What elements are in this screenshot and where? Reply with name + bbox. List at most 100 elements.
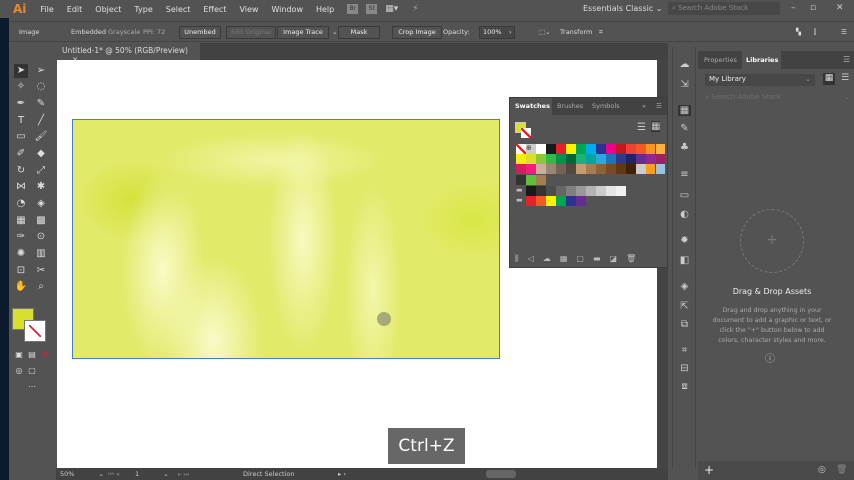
- distribute-icon[interactable]: ⫿: [814, 28, 816, 37]
- graphic-styles-icon[interactable]: ◧: [678, 255, 691, 266]
- swatch-libraries-icon[interactable]: ⫼: [515, 254, 528, 263]
- swatch[interactable]: [545, 144, 556, 154]
- lasso-icon[interactable]: ◌: [34, 80, 48, 94]
- panel-menu-icon[interactable]: ☰: [656, 102, 662, 110]
- stroke-icon[interactable]: ≡: [678, 169, 691, 180]
- hand-tool-icon[interactable]: ✋: [14, 280, 28, 294]
- menu-edit[interactable]: Edit: [67, 5, 83, 14]
- asset-export-icon[interactable]: ⇲: [678, 79, 691, 90]
- zoom-level-dropdown[interactable]: 50% ⌄: [60, 470, 104, 478]
- swatch-registration[interactable]: ⊕: [525, 144, 536, 154]
- new-swatch-icon[interactable]: ◪: [610, 254, 627, 263]
- color-group-folder-icon[interactable]: ▬: [516, 196, 526, 206]
- menu-type[interactable]: Type: [134, 5, 152, 14]
- isolate-icon[interactable]: ⌗: [599, 28, 603, 37]
- color-group-icon[interactable]: ▢: [576, 254, 593, 263]
- cc-sync-icon[interactable]: ◎: [818, 465, 826, 475]
- appearance-icon[interactable]: ✹: [678, 235, 691, 246]
- swatch[interactable]: [565, 154, 576, 164]
- artboard-tool-icon[interactable]: ⊡: [14, 264, 28, 278]
- swatch[interactable]: [535, 154, 546, 164]
- curvature-tool-icon[interactable]: ✎: [34, 97, 48, 111]
- search-stock-input[interactable]: ⌕ Search Adobe Stock: [668, 2, 780, 15]
- swatch[interactable]: [585, 164, 596, 174]
- swatch[interactable]: [585, 186, 596, 196]
- pathfinder-icon[interactable]: ⧈: [678, 381, 691, 392]
- tab-libraries[interactable]: Libraries: [742, 51, 781, 69]
- menu-help[interactable]: Help: [316, 5, 334, 14]
- swatch[interactable]: [516, 154, 526, 164]
- swatch[interactable]: [655, 164, 666, 174]
- swatch[interactable]: [535, 164, 546, 174]
- swatch[interactable]: [615, 154, 626, 164]
- swatch[interactable]: [625, 144, 636, 154]
- horizontal-scrollbar[interactable]: [486, 470, 516, 478]
- perspective-grid-icon[interactable]: ▦: [14, 214, 28, 228]
- swatch[interactable]: [645, 154, 656, 164]
- swatch[interactable]: [545, 164, 556, 174]
- swatch[interactable]: [575, 154, 586, 164]
- swatch[interactable]: [555, 164, 566, 174]
- swatch[interactable]: [555, 154, 566, 164]
- show-kinds-icon[interactable]: ◁: [528, 254, 543, 263]
- edit-original-button[interactable]: Edit Original: [226, 26, 276, 39]
- shaper-tool-icon[interactable]: ✐: [14, 147, 28, 161]
- type-tool-icon[interactable]: T: [14, 114, 28, 128]
- swatch[interactable]: [525, 196, 536, 206]
- menu-object[interactable]: Object: [95, 5, 121, 14]
- swatch[interactable]: [575, 186, 586, 196]
- swatch[interactable]: [605, 164, 616, 174]
- cc-libraries-icon[interactable]: ☁: [678, 59, 691, 70]
- swatch[interactable]: [605, 144, 616, 154]
- line-tool-icon[interactable]: ╱: [34, 114, 48, 128]
- symbol-sprayer-icon[interactable]: ✺: [14, 247, 28, 261]
- swatch[interactable]: [595, 144, 606, 154]
- swatch[interactable]: [655, 154, 666, 164]
- swatch[interactable]: [525, 175, 536, 185]
- width-tool-icon[interactable]: ⋈: [14, 180, 28, 194]
- swatch[interactable]: [545, 154, 556, 164]
- align-icon[interactable]: ▚: [796, 28, 801, 36]
- maximize-button[interactable]: ▫: [810, 3, 816, 13]
- swatch[interactable]: [565, 144, 576, 154]
- add-content-button[interactable]: +: [704, 463, 714, 477]
- control-menu-icon[interactable]: ☰: [841, 28, 847, 36]
- stock-button[interactable]: St: [366, 4, 378, 14]
- grid-view-icon[interactable]: ▦: [651, 121, 661, 132]
- none-mode-icon[interactable]: ⊘: [38, 348, 52, 362]
- bridge-button[interactable]: Br: [347, 4, 359, 14]
- minimize-button[interactable]: –: [791, 3, 796, 13]
- workspace-switcher[interactable]: Essentials Classic ⌄: [583, 4, 663, 13]
- swatch[interactable]: [635, 164, 646, 174]
- swatch[interactable]: [545, 196, 556, 206]
- swatch[interactable]: [525, 154, 536, 164]
- image-trace-dropdown-icon[interactable]: ⌄: [332, 28, 337, 36]
- align-selection-icon[interactable]: ⬚⌄: [539, 28, 551, 36]
- swatch[interactable]: [535, 186, 546, 196]
- gpu-performance-icon[interactable]: ⚡: [412, 4, 418, 14]
- selection-tool-icon[interactable]: ➤: [14, 64, 28, 78]
- artboards-icon[interactable]: ⧉: [678, 319, 691, 330]
- transform-button[interactable]: Transform: [560, 28, 592, 36]
- pen-tool-icon[interactable]: ✒: [14, 97, 28, 111]
- swatch[interactable]: [555, 186, 566, 196]
- image-trace-button[interactable]: Image Trace: [277, 26, 329, 39]
- eraser-icon[interactable]: ◆: [34, 147, 48, 161]
- tab-properties[interactable]: Properties: [704, 56, 737, 64]
- menu-view[interactable]: View: [239, 5, 258, 14]
- menu-window[interactable]: Window: [271, 5, 303, 14]
- swatch[interactable]: [516, 164, 526, 174]
- help-icon[interactable]: ⓘ: [765, 350, 775, 365]
- stroke-swatch[interactable]: [24, 320, 46, 342]
- swatch[interactable]: [535, 144, 546, 154]
- expand-icon[interactable]: »: [642, 102, 646, 110]
- delete-swatch-icon[interactable]: 🗑: [626, 254, 645, 263]
- screen-mode-icon[interactable]: ▢: [25, 364, 39, 378]
- layers-icon[interactable]: ◈: [678, 281, 691, 292]
- current-tool[interactable]: Direct Selection: [243, 470, 294, 478]
- swatch[interactable]: [645, 144, 656, 154]
- tab-symbols[interactable]: Symbols: [592, 102, 620, 110]
- swatch[interactable]: [565, 186, 576, 196]
- arrange-documents-icon[interactable]: ▦▾: [385, 4, 398, 14]
- gradient-icon[interactable]: ▭: [678, 190, 691, 201]
